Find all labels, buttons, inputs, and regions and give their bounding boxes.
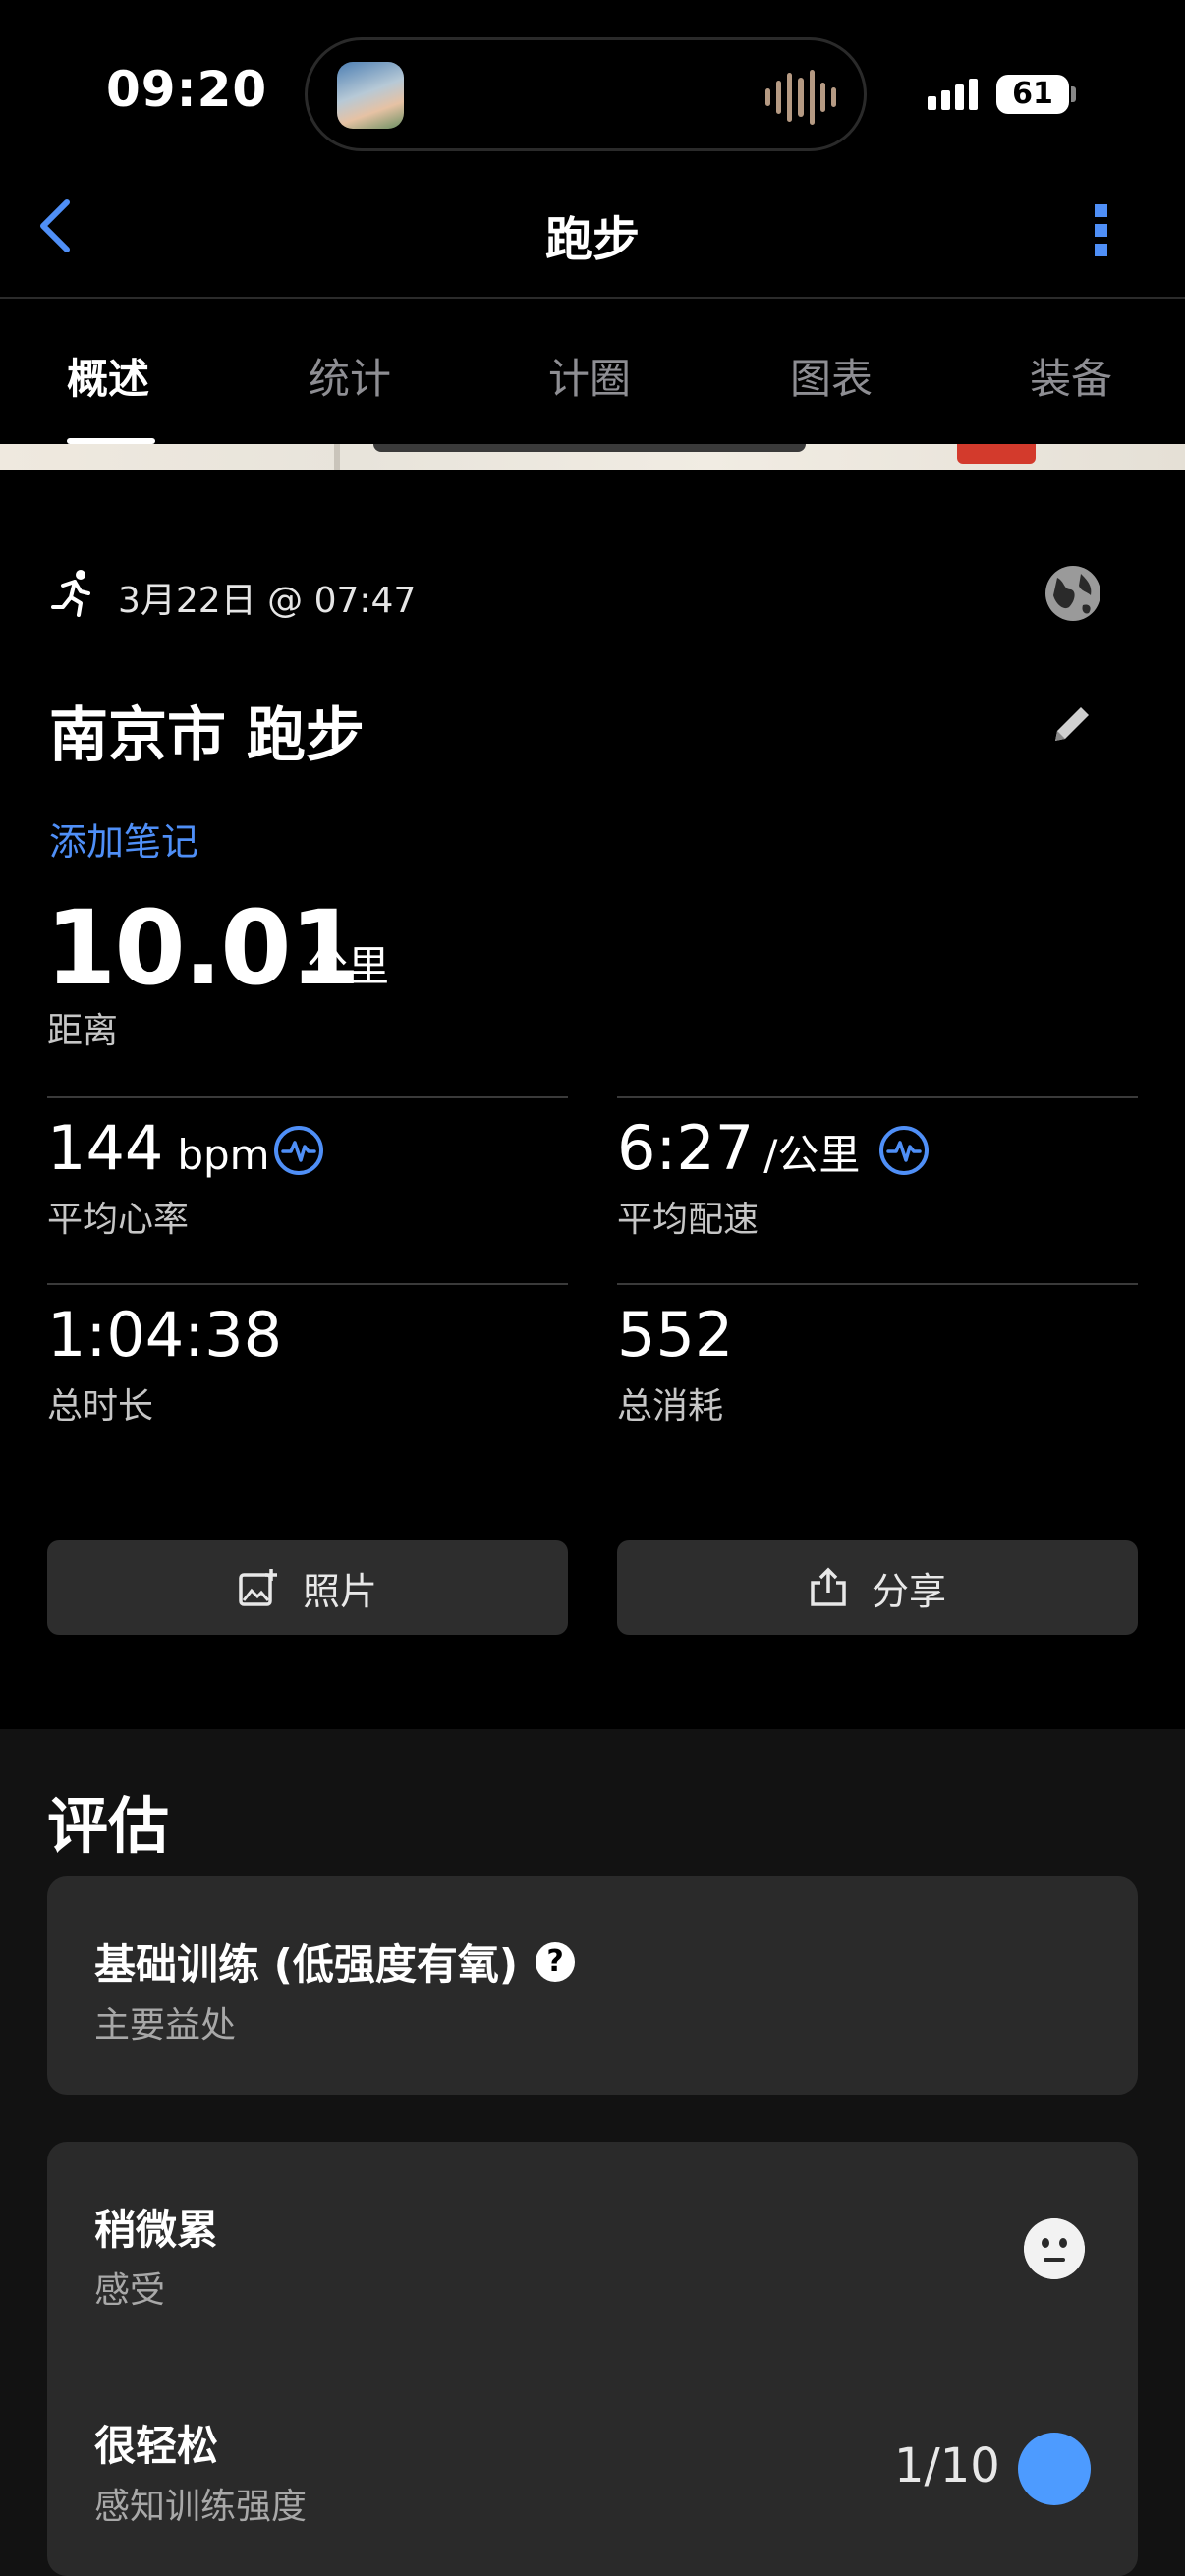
avg-pace-label: 平均配速 <box>617 1200 760 1240</box>
avg-hr-value: 144 <box>47 1112 164 1184</box>
neutral-face-icon[interactable] <box>1024 2218 1085 2279</box>
tab-stats[interactable]: 统计 <box>309 346 391 406</box>
feel-sub: 感受 <box>94 2270 166 2311</box>
stat-divider <box>47 1283 568 1285</box>
avg-pace-row[interactable]: 6:27 /公里 <box>617 1112 860 1184</box>
calories-value: 552 <box>617 1299 734 1371</box>
pace-chart-icon[interactable] <box>878 1125 930 1176</box>
training-effect-sub: 主要益处 <box>94 2005 237 2045</box>
rpe-value: 1/10 <box>894 2438 1000 2493</box>
training-effect-main: 基础训练 (低强度有氧) <box>94 1940 519 1988</box>
tab-laps[interactable]: 计圈 <box>548 346 631 406</box>
rpe-sub: 感知训练强度 <box>94 2487 308 2527</box>
help-icon[interactable]: ? <box>536 1941 576 1982</box>
stat-divider <box>617 1283 1138 1285</box>
edit-pencil-icon[interactable] <box>1049 701 1095 747</box>
header-divider <box>0 297 1185 299</box>
running-icon <box>51 570 90 617</box>
activity-datetime: 3月22日 @ 07:47 <box>118 581 417 621</box>
share-icon <box>811 1567 846 1606</box>
tab-charts[interactable]: 图表 <box>790 346 873 406</box>
heart-rate-chart-icon[interactable] <box>273 1125 324 1176</box>
rpe-main: 很轻松 <box>94 2422 219 2470</box>
distance-label: 距离 <box>47 1011 119 1051</box>
feel-card: 稍微累 感受 很轻松 感知训练强度 <box>47 2142 1138 2576</box>
tab-gear[interactable]: 装备 <box>1030 346 1112 406</box>
feel-main: 稍微累 <box>94 2206 219 2254</box>
add-photo-label: 照片 <box>302 1569 377 1613</box>
route-map[interactable] <box>0 444 1185 470</box>
dynamic-island[interactable] <box>305 37 867 151</box>
total-time-value: 1:04:38 <box>47 1299 283 1371</box>
battery-icon: 61 <box>996 75 1069 114</box>
training-effect-card[interactable]: 基础训练 (低强度有氧) ? 主要益处 <box>47 1876 1138 2095</box>
audio-waveform-icon <box>765 68 836 127</box>
add-note-link[interactable]: 添加笔记 <box>49 812 198 866</box>
more-options-icon[interactable] <box>1093 202 1110 257</box>
avg-hr-label: 平均心率 <box>47 1200 190 1240</box>
share-label: 分享 <box>871 1569 946 1613</box>
add-photo-icon <box>239 1569 277 1606</box>
avg-hr-unit: bpm <box>177 1131 270 1179</box>
total-time-label: 总时长 <box>47 1386 154 1427</box>
distance-unit: 公里 <box>307 942 390 990</box>
status-time: 09:20 <box>106 61 268 118</box>
share-button[interactable]: 分享 <box>617 1540 1138 1635</box>
calories-label: 总消耗 <box>617 1386 724 1427</box>
activity-title: 南京市 跑步 <box>49 701 365 770</box>
battery-tip <box>1071 86 1076 102</box>
evaluation-title: 评估 <box>47 1790 170 1862</box>
tab-overview[interactable]: 概述 <box>67 346 149 406</box>
avg-hr-row[interactable]: 144 bpm <box>47 1112 270 1184</box>
avg-pace-value: 6:27 <box>617 1112 755 1184</box>
globe-icon[interactable] <box>1042 562 1104 625</box>
page-title: 跑步 <box>544 212 640 267</box>
now-playing-artwork <box>337 62 404 129</box>
avg-pace-unit: /公里 <box>763 1131 861 1179</box>
rpe-indicator-dot[interactable] <box>1018 2433 1091 2505</box>
add-photo-button[interactable]: 照片 <box>47 1540 568 1635</box>
stat-divider <box>617 1096 1138 1098</box>
cellular-signal-icon <box>928 79 978 110</box>
stat-divider <box>47 1096 568 1098</box>
